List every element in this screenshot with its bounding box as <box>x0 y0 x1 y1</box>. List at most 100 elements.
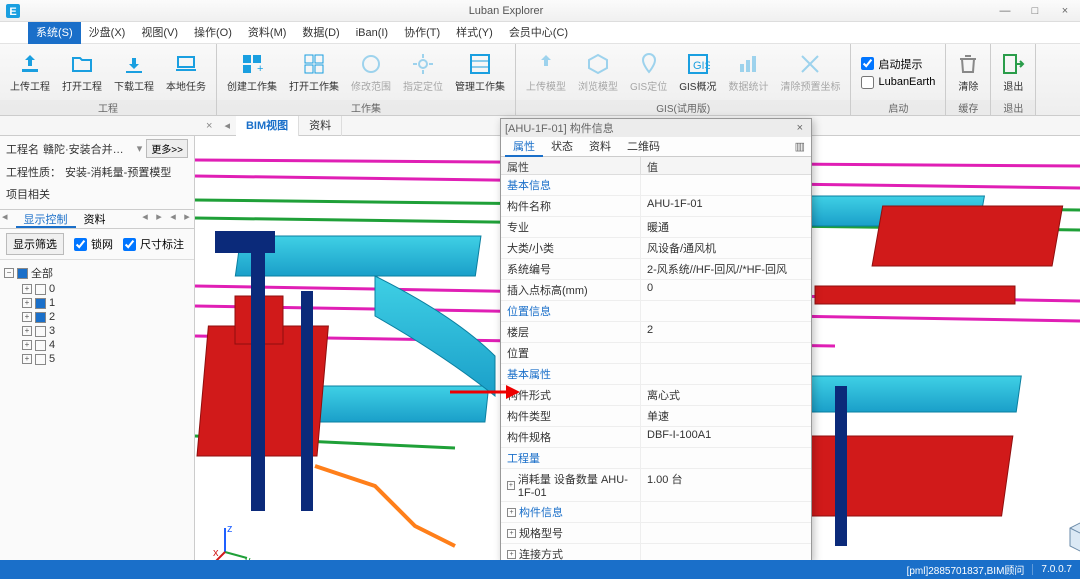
prop-row[interactable]: +连接方式 <box>501 544 811 561</box>
lp-nav-next[interactable]: ▸ <box>152 210 166 228</box>
prop-row[interactable]: 构件名称AHU-1F-01 <box>501 196 811 217</box>
doc-tab-1[interactable]: 资料 <box>299 116 342 136</box>
prop-tab-0[interactable]: 属性 <box>505 137 543 157</box>
prop-row[interactable]: 大类/小类风设备/通风机 <box>501 238 811 259</box>
tree-node-3[interactable]: +3 <box>20 324 192 338</box>
lp-nav-prev[interactable]: ◂ <box>138 210 152 228</box>
doc-tab-close[interactable]: × <box>200 120 218 132</box>
prop-row[interactable]: 构件形式离心式 <box>501 385 811 406</box>
expand-icon[interactable]: + <box>507 550 516 559</box>
expand-icon[interactable]: + <box>22 284 32 294</box>
prop-row[interactable]: 位置 <box>501 343 811 364</box>
ribbon-exit-button[interactable]: 退出 <box>995 47 1031 97</box>
prop-row[interactable]: 系统编号2-风系统//HF-回风//*HF-回风 <box>501 259 811 280</box>
menu-item-0[interactable]: 系统(S) <box>28 22 81 44</box>
ribbon-group-label: 工作集 <box>217 100 515 115</box>
lp-nav-prev2[interactable]: ◂ <box>166 210 180 228</box>
lock-grid-checkbox[interactable]: 锁网 <box>74 236 113 252</box>
prop-row[interactable]: 构件规格DBF-I-100A1 <box>501 427 811 448</box>
menu-item-3[interactable]: 操作(O) <box>186 22 240 44</box>
tree-checkbox[interactable] <box>35 326 46 337</box>
upload-icon <box>18 52 42 76</box>
property-panel: [AHU-1F-01] 构件信息 × 属性状态资料二维码▥ 属性 值 基本信息构… <box>500 118 812 562</box>
prop-row[interactable]: +消耗量 设备数量 AHU-1F-011.00 台 <box>501 469 811 502</box>
tree-node-4[interactable]: +4 <box>20 338 192 352</box>
menu-item-9[interactable]: 会员中心(C) <box>501 22 576 44</box>
left-tab-1[interactable]: 资料 <box>76 210 114 228</box>
tree-node-2[interactable]: +2 <box>20 310 192 324</box>
expand-icon[interactable]: + <box>507 481 515 490</box>
prop-row[interactable]: +规格型号 <box>501 523 811 544</box>
ribbon-gis-overview-button[interactable]: GISGIS概况 <box>673 47 722 97</box>
left-tab-0[interactable]: 显示控制 <box>16 210 76 228</box>
tree-checkbox[interactable] <box>35 354 46 365</box>
prop-tab-3[interactable]: 二维码 <box>619 137 668 157</box>
ribbon-check-启动提示[interactable]: 启动提示 <box>861 56 935 72</box>
ribbon-check-LubanEarth[interactable]: LubanEarth <box>861 76 935 89</box>
tree-checkbox[interactable] <box>35 298 46 309</box>
filter-display-button[interactable]: 显示筛选 <box>6 233 64 255</box>
expand-icon[interactable]: + <box>507 529 516 538</box>
expand-icon[interactable]: + <box>22 312 32 322</box>
close-button[interactable]: × <box>1050 0 1080 22</box>
menu-item-7[interactable]: 协作(T) <box>396 22 448 44</box>
menu-item-1[interactable]: 沙盘(X) <box>81 22 134 44</box>
lp-nav-next2[interactable]: ▸ <box>180 210 194 228</box>
more-button[interactable]: 更多>> <box>146 139 188 158</box>
upload-model-icon <box>534 52 558 76</box>
tree-node-0[interactable]: +0 <box>20 282 192 296</box>
doc-tab-prev[interactable]: ◂ <box>218 119 236 132</box>
tree-checkbox[interactable] <box>35 284 46 295</box>
menu-item-8[interactable]: 样式(Y) <box>448 22 501 44</box>
tree-checkbox[interactable] <box>35 312 46 323</box>
prop-section[interactable]: 工程量 <box>501 448 811 469</box>
expand-icon[interactable]: + <box>22 354 32 364</box>
menu-item-6[interactable]: iBan(I) <box>348 22 396 44</box>
maximize-button[interactable]: □ <box>1020 0 1050 22</box>
ribbon-create-set-button[interactable]: +创建工作集 <box>221 47 283 97</box>
tree-root[interactable]: −全部 <box>2 264 192 282</box>
project-name-value[interactable]: 赣陀·安装合并工程·修B <box>43 141 133 157</box>
ribbon-upload-button[interactable]: 上传工程 <box>4 47 56 97</box>
expand-icon[interactable]: + <box>507 508 516 517</box>
prop-tab-1[interactable]: 状态 <box>543 137 581 157</box>
ribbon-trash-button[interactable]: 清除 <box>950 47 986 97</box>
ribbon-manage-set-button[interactable]: 管理工作集 <box>449 47 511 97</box>
prop-section[interactable]: 位置信息 <box>501 301 811 322</box>
ribbon-open-button[interactable]: 打开工程 <box>56 47 108 97</box>
left-tab-chevron[interactable]: ◂ <box>0 210 10 228</box>
ribbon-download-button[interactable]: 下载工程 <box>108 47 160 97</box>
dimension-checkbox[interactable]: 尺寸标注 <box>123 236 184 252</box>
laptop-icon <box>174 52 198 76</box>
prop-tab-2[interactable]: 资料 <box>581 137 619 157</box>
prop-row[interactable]: 插入点标高(mm)0 <box>501 280 811 301</box>
ribbon-open-set-button[interactable]: 打开工作集 <box>283 47 345 97</box>
prop-section[interactable]: 基本属性 <box>501 364 811 385</box>
gis-pin-icon <box>637 52 661 76</box>
expand-icon[interactable]: + <box>22 326 32 336</box>
collapse-icon[interactable]: − <box>4 268 14 278</box>
prop-panel-title: [AHU-1F-01] 构件信息 <box>505 120 793 136</box>
doc-tab-0[interactable]: BIM视图 <box>236 116 299 136</box>
tree-checkbox[interactable] <box>35 340 46 351</box>
expand-icon[interactable]: + <box>22 298 32 308</box>
ribbon-laptop-button[interactable]: 本地任务 <box>160 47 212 97</box>
menu-item-2[interactable]: 视图(V) <box>133 22 186 44</box>
prop-panel-titlebar[interactable]: [AHU-1F-01] 构件信息 × <box>501 119 811 137</box>
tree-checkbox[interactable] <box>17 268 28 279</box>
project-type-label: 工程性质： <box>6 164 61 180</box>
svg-text:+: + <box>257 63 263 75</box>
minimize-button[interactable]: — <box>990 0 1020 22</box>
prop-section[interactable]: 基本信息 <box>501 175 811 196</box>
prop-panel-close[interactable]: × <box>793 122 807 134</box>
tree-node-5[interactable]: +5 <box>20 352 192 366</box>
menu-item-4[interactable]: 资料(M) <box>240 22 295 44</box>
expand-icon[interactable]: + <box>22 340 32 350</box>
prop-section[interactable]: +构件信息 <box>501 502 811 523</box>
prop-row[interactable]: 构件类型单速 <box>501 406 811 427</box>
menu-item-5[interactable]: 数据(D) <box>294 22 347 44</box>
prop-row[interactable]: 楼层2 <box>501 322 811 343</box>
tree-node-1[interactable]: +1 <box>20 296 192 310</box>
prop-panel-settings-icon[interactable]: ▥ <box>789 140 811 153</box>
prop-row[interactable]: 专业暖通 <box>501 217 811 238</box>
